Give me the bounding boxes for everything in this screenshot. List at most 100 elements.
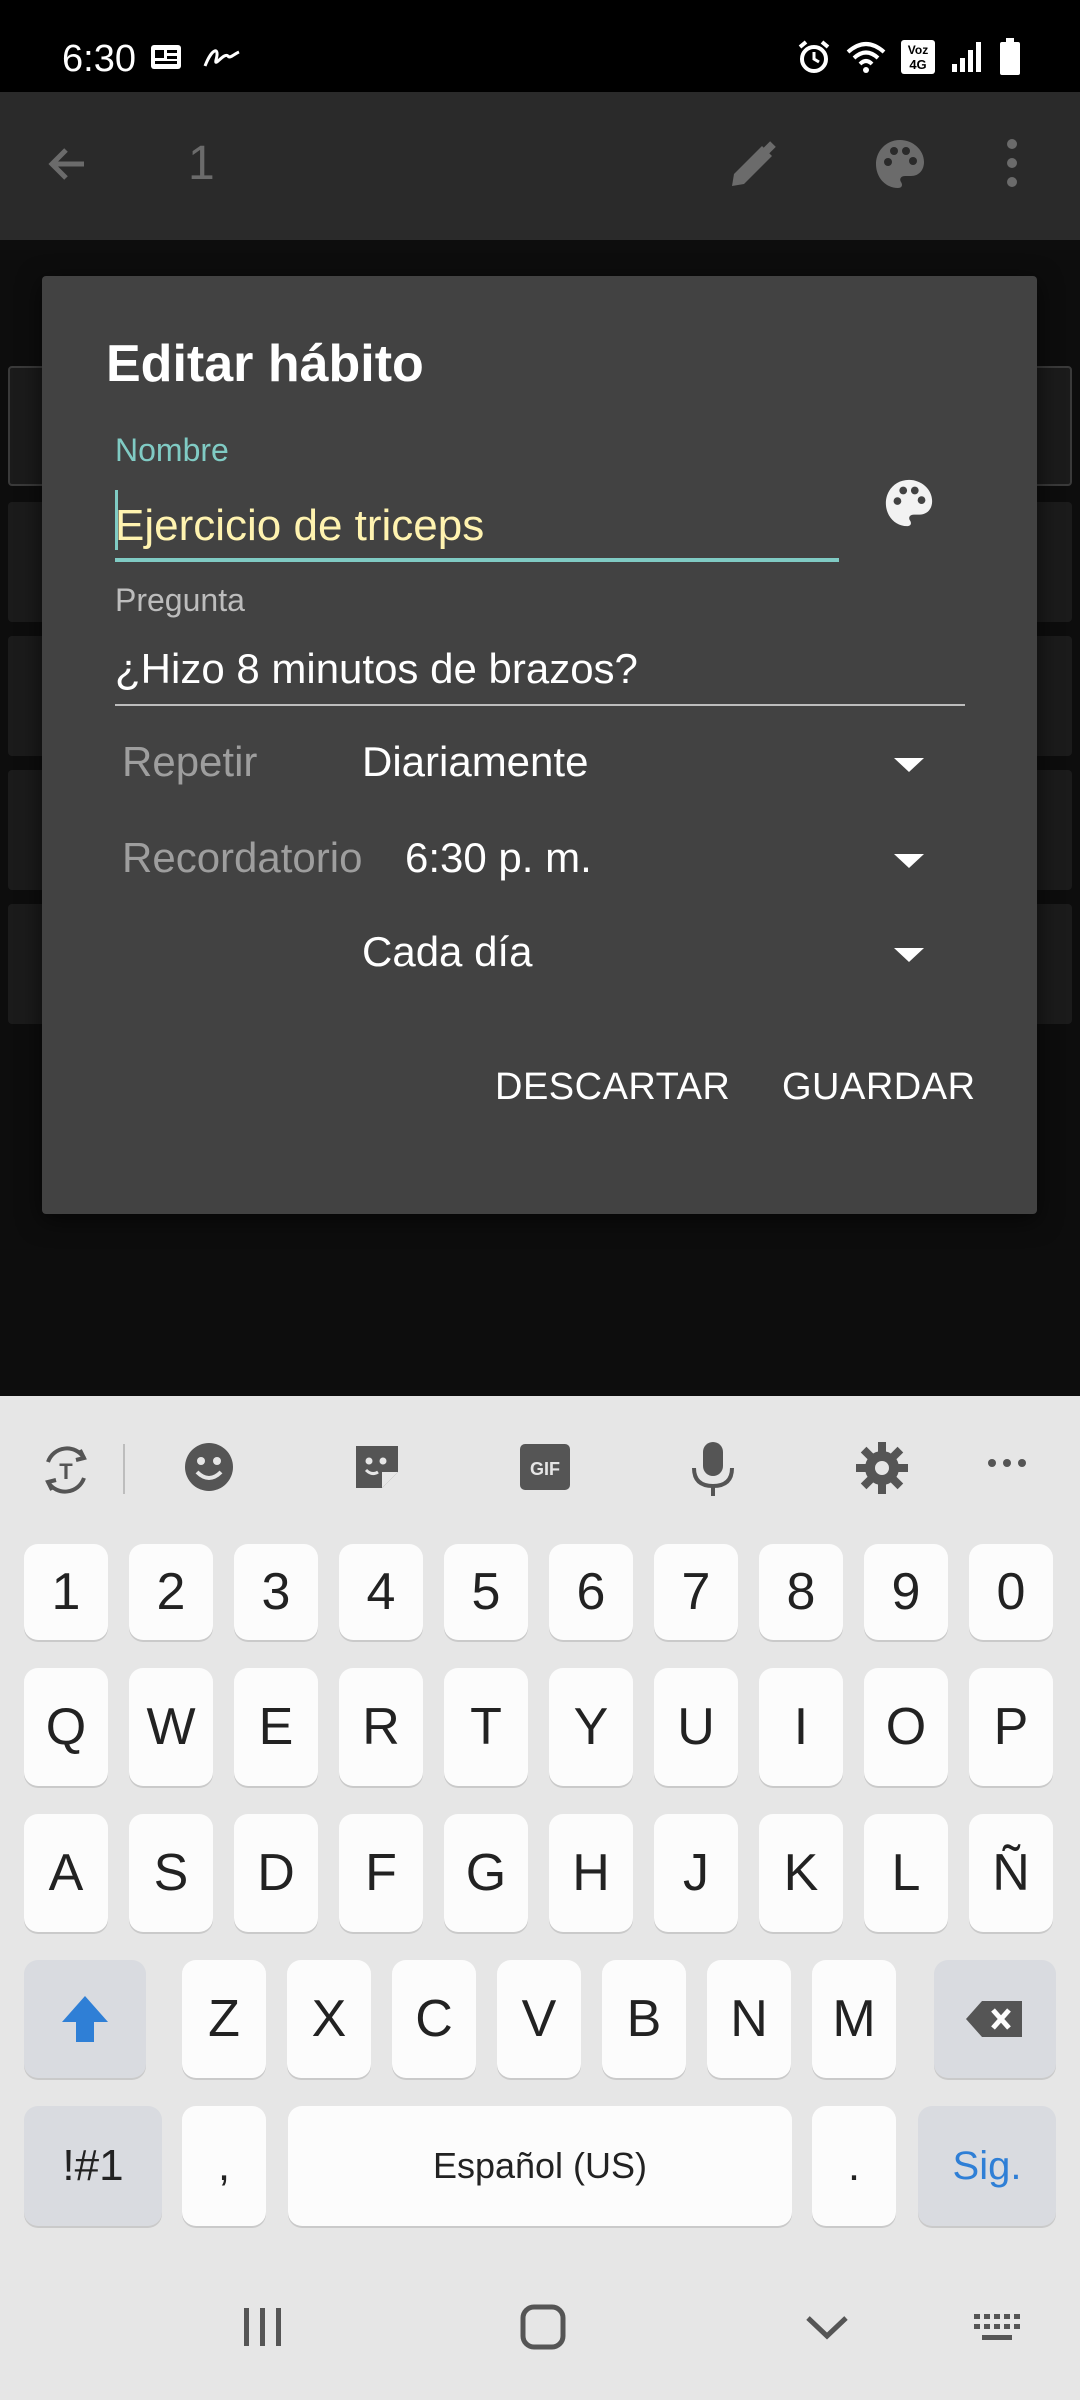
key-x[interactable]: X: [287, 1960, 371, 2078]
question-label: Pregunta: [115, 582, 245, 618]
status-time: 6:30: [62, 38, 136, 80]
keyboard-toolbar: T GIF: [0, 1396, 1080, 1540]
key-5[interactable]: 5: [444, 1544, 528, 1640]
on-screen-keyboard: T GIF 1234567890QWERTYUIOPASDFGHJKLÑZXCV…: [0, 1396, 1080, 2258]
page-title: 1: [188, 137, 215, 190]
key-6[interactable]: 6: [549, 1544, 633, 1640]
key-g[interactable]: G: [444, 1814, 528, 1932]
key-p[interactable]: P: [969, 1668, 1053, 1786]
shift-key[interactable]: [24, 1960, 146, 2078]
status-bar: 6:30 Voz 4G: [0, 0, 1080, 92]
reminder-days-dropdown-arrow-icon[interactable]: [894, 948, 924, 962]
key-2[interactable]: 2: [129, 1544, 213, 1640]
color-palette-icon[interactable]: [882, 476, 936, 535]
key-n[interactable]: N: [707, 1960, 791, 2078]
repeat-label: Repetir: [122, 738, 258, 785]
gif-label: GIF: [530, 1459, 560, 1479]
question-input[interactable]: [115, 634, 965, 704]
key-f[interactable]: F: [339, 1814, 423, 1932]
dialog-title: Editar hábito: [106, 335, 424, 393]
reminder-label: Recordatorio: [122, 834, 363, 881]
space-key[interactable]: Español (US): [288, 2106, 792, 2226]
battery-icon: [998, 38, 1022, 81]
shift-arrow-icon: [62, 1996, 108, 2042]
key-a[interactable]: A: [24, 1814, 108, 1932]
key-d[interactable]: D: [234, 1814, 318, 1932]
key-o[interactable]: O: [864, 1668, 948, 1786]
toolbar-divider: [123, 1444, 125, 1494]
key-i[interactable]: I: [759, 1668, 843, 1786]
key-s[interactable]: S: [129, 1814, 213, 1932]
key-ñ[interactable]: Ñ: [969, 1814, 1053, 1932]
microphone-icon[interactable]: [688, 1440, 738, 1503]
key-y[interactable]: Y: [549, 1668, 633, 1786]
home-icon[interactable]: [518, 2302, 568, 2357]
key-b[interactable]: B: [602, 1960, 686, 2078]
gif-icon[interactable]: GIF: [518, 1440, 572, 1499]
navigation-bar: [0, 2258, 1080, 2400]
key-k[interactable]: K: [759, 1814, 843, 1932]
svg-text:4G: 4G: [909, 57, 926, 72]
key-u[interactable]: U: [654, 1668, 738, 1786]
key-l[interactable]: L: [864, 1814, 948, 1932]
more-horizontal-icon[interactable]: [986, 1456, 1028, 1475]
key-9[interactable]: 9: [864, 1544, 948, 1640]
key-0[interactable]: 0: [969, 1544, 1053, 1640]
symbols-key[interactable]: !#1: [24, 2106, 162, 2226]
reminder-days-dropdown[interactable]: Cada día: [362, 928, 532, 976]
key-w[interactable]: W: [129, 1668, 213, 1786]
discard-button[interactable]: DESCARTAR: [495, 1066, 730, 1109]
key-t[interactable]: T: [444, 1668, 528, 1786]
signature-icon: [202, 42, 242, 77]
key-j[interactable]: J: [654, 1814, 738, 1932]
sticker-icon[interactable]: [350, 1440, 404, 1499]
key-q[interactable]: Q: [24, 1668, 108, 1786]
hide-keyboard-icon[interactable]: [802, 2302, 852, 2357]
volte-icon: Voz 4G: [900, 39, 936, 80]
name-input-underline: [115, 558, 839, 562]
backspace-key[interactable]: [934, 1960, 1056, 2078]
reminder-dropdown-arrow-icon[interactable]: [894, 854, 924, 868]
more-vertical-icon[interactable]: [1005, 138, 1019, 193]
key-4[interactable]: 4: [339, 1544, 423, 1640]
svg-text:T: T: [59, 1459, 73, 1484]
key-c[interactable]: C: [392, 1960, 476, 2078]
text-cursor: [115, 490, 118, 550]
comma-key[interactable]: ,: [182, 2106, 266, 2226]
period-key[interactable]: .: [812, 2106, 896, 2226]
settings-gear-icon[interactable]: [854, 1440, 910, 1501]
sim-notification-icon: [150, 42, 188, 77]
repeat-dropdown[interactable]: Diariamente: [362, 738, 588, 786]
svg-text:Voz: Voz: [908, 43, 928, 57]
question-input-underline: [115, 704, 965, 706]
save-button[interactable]: GUARDAR: [782, 1066, 976, 1109]
edit-pencil-icon[interactable]: [726, 138, 780, 197]
palette-icon[interactable]: [872, 136, 928, 197]
reminder-time-dropdown[interactable]: 6:30 p. m.: [405, 834, 592, 882]
key-m[interactable]: M: [812, 1960, 896, 2078]
key-7[interactable]: 7: [654, 1544, 738, 1640]
text-mode-icon[interactable]: T: [36, 1440, 96, 1505]
name-label: Nombre: [115, 432, 229, 468]
edit-habit-dialog: Editar hábito Nombre Pregunta Repetir Di…: [42, 276, 1037, 1214]
key-h[interactable]: H: [549, 1814, 633, 1932]
recent-apps-icon[interactable]: [240, 2302, 286, 2357]
signal-icon: [950, 40, 984, 79]
alarm-icon: [796, 39, 832, 80]
key-z[interactable]: Z: [182, 1960, 266, 2078]
keyboard-switch-icon[interactable]: [972, 2302, 1024, 2357]
wifi-icon: [846, 40, 886, 79]
backspace-icon: [966, 2001, 1022, 2037]
key-e[interactable]: E: [234, 1668, 318, 1786]
app-bar: 1: [0, 92, 1080, 240]
name-input[interactable]: [115, 486, 839, 566]
emoji-icon[interactable]: [182, 1440, 236, 1499]
next-key[interactable]: Sig.: [918, 2106, 1056, 2226]
key-8[interactable]: 8: [759, 1544, 843, 1640]
repeat-dropdown-arrow-icon[interactable]: [894, 758, 924, 772]
key-r[interactable]: R: [339, 1668, 423, 1786]
key-v[interactable]: V: [497, 1960, 581, 2078]
back-arrow-icon[interactable]: [44, 140, 92, 193]
key-1[interactable]: 1: [24, 1544, 108, 1640]
key-3[interactable]: 3: [234, 1544, 318, 1640]
